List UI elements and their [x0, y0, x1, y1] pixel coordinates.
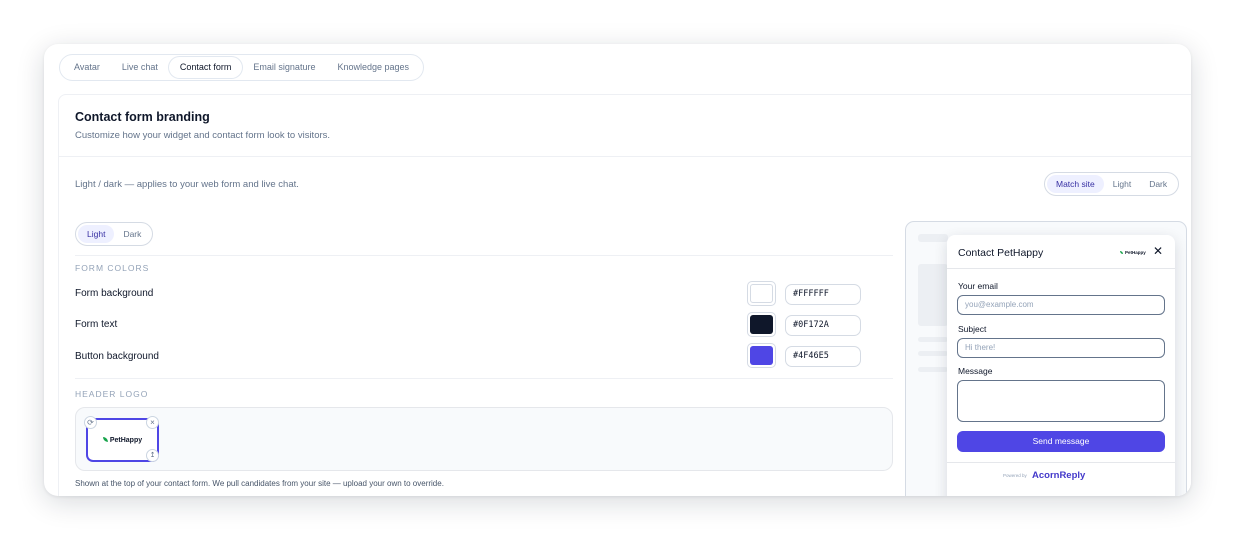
page-subtitle: Customize how your widget and contact fo…	[75, 130, 331, 141]
theme-option-light[interactable]: Light	[78, 225, 115, 243]
close-icon[interactable]: ×	[146, 416, 159, 429]
tab-email-signature[interactable]: Email signature	[242, 57, 326, 78]
tab-avatar[interactable]: Avatar	[63, 57, 111, 78]
appearance-mode-toggle: Match site Light Dark	[1044, 172, 1180, 196]
send-message-button[interactable]: Send message	[957, 431, 1165, 452]
tab-knowledge-pages[interactable]: Knowledge pages	[326, 57, 420, 78]
logo-picker: PetHappy ⟳ × ↥	[75, 407, 893, 471]
form-text-swatch[interactable]	[747, 312, 776, 337]
message-field[interactable]	[957, 380, 1165, 422]
divider	[75, 255, 893, 256]
placeholder-bar	[918, 351, 948, 356]
logo-preview: PetHappy	[102, 437, 142, 444]
form-background-swatch[interactable]	[747, 281, 776, 306]
upload-icon[interactable]: ↥	[146, 449, 159, 462]
close-icon[interactable]: ✕	[1153, 244, 1163, 258]
leaf-icon	[102, 437, 108, 443]
placeholder-bar	[918, 234, 948, 242]
acornreply-logo: AcornReply	[1032, 470, 1086, 481]
page-title: Contact form branding	[75, 110, 210, 124]
powered-by-text: Powered by	[1003, 473, 1027, 478]
form-text-hex-input[interactable]: #0F172A	[785, 315, 861, 336]
widget-brand-logo: PetHappy	[1120, 250, 1146, 255]
contact-form-widget: Contact PetHappy PetHappy ✕ Your email y…	[947, 235, 1175, 496]
tab-contact-form[interactable]: Contact form	[168, 57, 243, 78]
mode-description: Light / dark — applies to your web form …	[75, 179, 299, 190]
email-field[interactable]: you@example.com	[957, 295, 1165, 315]
mode-option-dark[interactable]: Dark	[1140, 175, 1176, 193]
subject-field[interactable]: Hi there!	[957, 338, 1165, 358]
theme-option-dark[interactable]: Dark	[114, 225, 150, 243]
message-label: Message	[958, 366, 993, 376]
leaf-icon	[1120, 251, 1123, 255]
tab-live-chat[interactable]: Live chat	[111, 57, 169, 78]
placeholder-block	[918, 264, 948, 326]
widget-title: Contact PetHappy	[958, 247, 1044, 259]
form-background-label: Form background	[75, 288, 154, 299]
placeholder-bar	[918, 337, 948, 342]
mode-option-light[interactable]: Light	[1104, 175, 1140, 193]
button-background-label: Button background	[75, 351, 159, 362]
email-label: Your email	[958, 281, 998, 291]
header-logo-heading: HEADER LOGO	[75, 389, 149, 399]
logo-help-text: Shown at the top of your contact form. W…	[75, 479, 444, 488]
divider	[75, 378, 893, 379]
refresh-icon[interactable]: ⟳	[84, 416, 97, 429]
button-background-hex-input[interactable]: #4F46E5	[785, 346, 861, 367]
tab-bar: Avatar Live chat Contact form Email sign…	[59, 54, 425, 81]
branding-card: Contact form branding Customize how your…	[58, 94, 1191, 496]
mode-option-match-site[interactable]: Match site	[1047, 175, 1104, 193]
form-colors-heading: FORM COLORS	[75, 263, 150, 273]
divider	[59, 156, 1191, 157]
form-text-label: Form text	[75, 319, 118, 330]
app-window: Avatar Live chat Contact form Email sign…	[44, 44, 1191, 496]
divider	[947, 462, 1175, 463]
subject-label: Subject	[958, 324, 987, 334]
form-preview-panel: Contact PetHappy PetHappy ✕ Your email y…	[905, 221, 1187, 496]
form-background-hex-input[interactable]: #FFFFFF	[785, 284, 861, 305]
placeholder-bar	[918, 367, 948, 372]
divider	[947, 268, 1175, 269]
button-background-swatch[interactable]	[747, 343, 776, 368]
theme-toggle: Light Dark	[75, 222, 154, 246]
